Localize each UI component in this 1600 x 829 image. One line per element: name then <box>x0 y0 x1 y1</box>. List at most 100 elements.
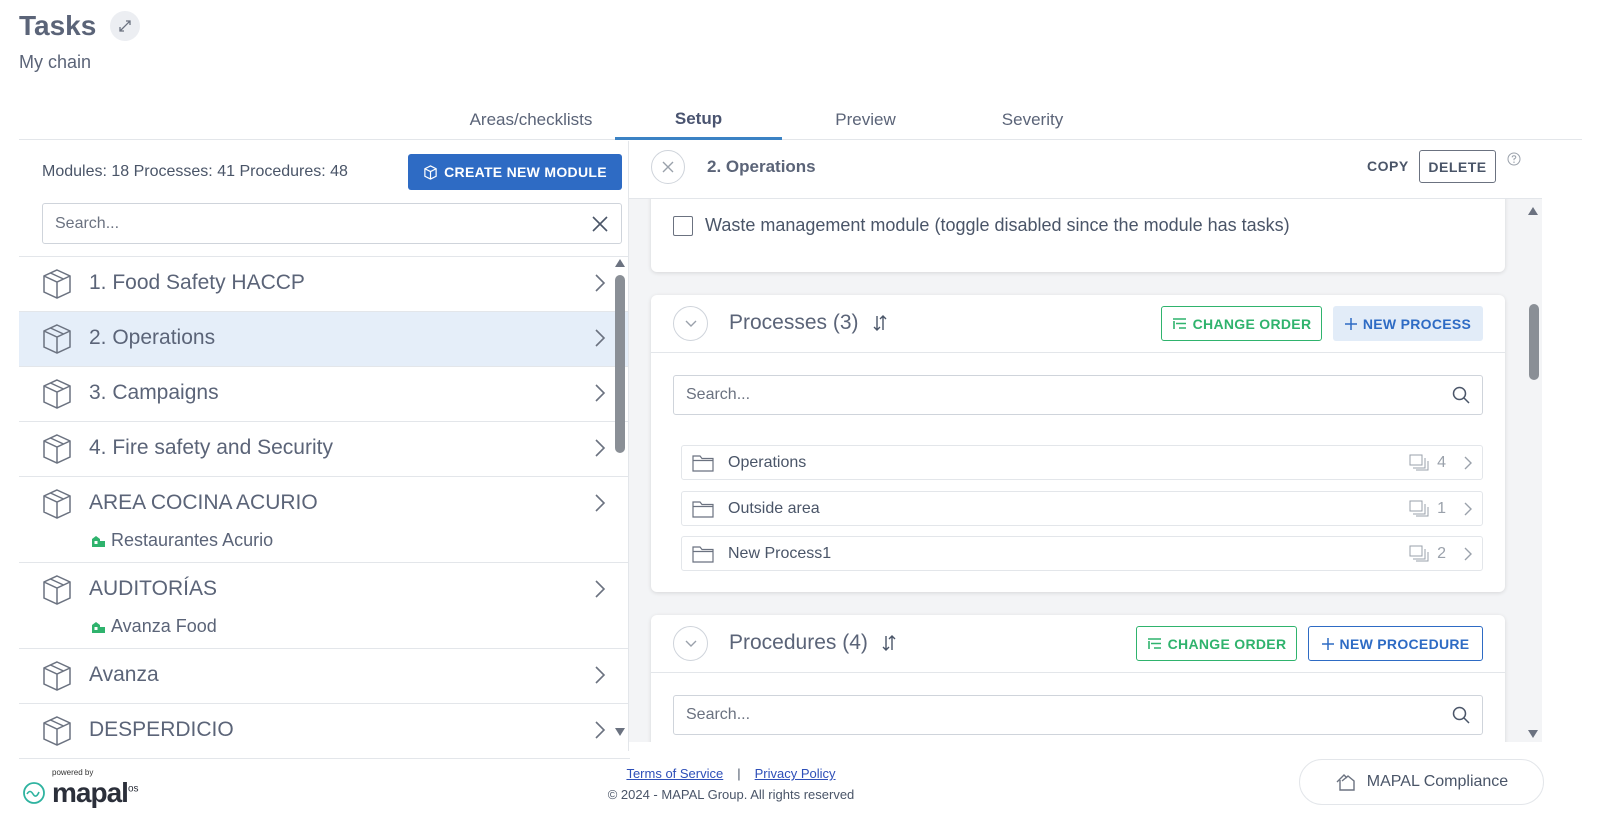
mapal-compliance-label: MAPAL Compliance <box>1366 773 1509 790</box>
scrollbar-thumb[interactable] <box>615 275 625 453</box>
search-icon[interactable] <box>1452 386 1470 404</box>
chevron-right-icon <box>595 439 606 457</box>
processes-search-input[interactable] <box>686 386 1452 404</box>
chevron-right-icon <box>595 494 606 512</box>
mapal-compliance-button[interactable]: MAPAL Compliance <box>1299 759 1544 805</box>
create-new-module-label: CREATE NEW MODULE <box>444 164 607 180</box>
cube-icon <box>43 661 71 691</box>
plus-icon <box>1344 317 1357 330</box>
procedures-change-order-button[interactable]: CHANGE ORDER <box>1136 626 1297 661</box>
waste-management-label: Waste management module (toggle disabled… <box>705 215 1290 235</box>
cube-icon <box>424 164 437 180</box>
process-row[interactable]: Operations 4 <box>681 445 1483 480</box>
copy-button[interactable]: COPY <box>1367 158 1409 174</box>
module-detail-title: 2. Operations <box>707 157 816 176</box>
footer-separator: | <box>737 766 741 781</box>
procedures-search <box>673 695 1483 735</box>
tab-preview[interactable]: Preview <box>782 100 949 140</box>
module-search-input[interactable] <box>55 214 591 233</box>
collapse-processes-button[interactable] <box>673 306 708 341</box>
scroll-down-icon[interactable] <box>1528 730 1538 738</box>
chevron-right-icon <box>1464 502 1472 515</box>
module-item-selected[interactable]: 2. Operations <box>19 312 630 367</box>
chevron-right-icon <box>595 666 606 684</box>
chevron-right-icon <box>595 721 606 739</box>
scrollbar-thumb[interactable] <box>1529 304 1539 380</box>
powered-by-label: powered by <box>52 768 94 777</box>
new-process-button[interactable]: NEW PROCESS <box>1333 306 1483 341</box>
module-detail-header: 2. Operations COPY DELETE <box>629 141 1542 199</box>
module-item[interactable]: AUDITORÍAS Avanza Food <box>19 563 630 649</box>
cube-icon <box>43 489 71 519</box>
module-org-name: Avanza Food <box>111 616 217 636</box>
expand-icon[interactable] <box>110 11 141 41</box>
module-name: DESPERDICIO <box>89 718 234 741</box>
cube-icon <box>43 575 71 605</box>
process-procedure-count: 2 <box>1437 544 1446 562</box>
process-row[interactable]: Outside area 1 <box>681 491 1483 526</box>
module-name: 3. Campaigns <box>89 381 219 404</box>
copyright: © 2024 - MAPAL Group. All rights reserve… <box>607 787 855 802</box>
collapse-procedures-button[interactable] <box>673 626 708 661</box>
folder-icon <box>692 545 714 563</box>
tab-severity[interactable]: Severity <box>949 100 1116 140</box>
scroll-up-icon[interactable] <box>615 259 625 267</box>
chevron-right-icon <box>1464 456 1472 469</box>
module-settings-card: Waste management module (toggle disabled… <box>651 199 1505 272</box>
cube-icon <box>43 434 71 464</box>
process-procedure-count: 4 <box>1437 453 1446 471</box>
procedures-search-input[interactable] <box>686 706 1452 724</box>
module-item[interactable]: 3. Campaigns <box>19 367 630 422</box>
terms-link[interactable]: Terms of Service <box>626 766 723 781</box>
module-org: Restaurantes Acurio <box>91 530 273 551</box>
tab-setup[interactable]: Setup <box>615 100 782 140</box>
tab-areas-checklists[interactable]: Areas/checklists <box>446 100 616 140</box>
process-row[interactable]: New Process1 2 <box>681 536 1483 571</box>
process-procedure-count: 1 <box>1437 499 1446 517</box>
new-procedure-button[interactable]: NEW PROCEDURE <box>1308 626 1483 661</box>
logo-text: mapal <box>52 777 129 808</box>
new-process-label: NEW PROCESS <box>1362 315 1472 332</box>
footer-links: Terms of Service | Privacy Policy © 2024 -… <box>600 766 862 802</box>
page-header: Tasks My chain <box>19 10 141 73</box>
waste-management-checkbox[interactable] <box>673 215 693 236</box>
procedures-icon <box>1409 500 1429 517</box>
module-list: 1. Food Safety HACCP 2. Operations 3. Ca… <box>19 256 630 759</box>
processes-change-order-button[interactable]: CHANGE ORDER <box>1161 306 1322 341</box>
delete-button[interactable]: DELETE <box>1419 150 1496 183</box>
module-item[interactable]: 4. Fire safety and Security <box>19 422 630 477</box>
chevron-right-icon <box>595 329 606 347</box>
chevron-right-icon <box>595 384 606 402</box>
module-item[interactable]: DESPERDICIO <box>19 704 630 759</box>
tab-bar: Areas/checklists Setup Preview Severity <box>19 100 1582 140</box>
close-button[interactable] <box>651 150 685 184</box>
privacy-link[interactable]: Privacy Policy <box>755 766 836 781</box>
sort-icon[interactable] <box>880 633 898 653</box>
reorder-icon <box>1172 318 1186 329</box>
close-icon <box>662 161 674 173</box>
module-name: Avanza <box>89 663 159 686</box>
module-item[interactable]: Avanza <box>19 649 630 704</box>
module-item[interactable]: 1. Food Safety HACCP <box>19 257 630 312</box>
scroll-down-icon[interactable] <box>615 728 625 736</box>
clear-icon[interactable] <box>591 215 609 233</box>
module-list-scrollbar[interactable] <box>612 255 628 738</box>
reorder-icon <box>1147 638 1161 649</box>
search-icon[interactable] <box>1452 706 1470 724</box>
module-name: 1. Food Safety HACCP <box>89 271 305 294</box>
sort-icon[interactable] <box>871 313 889 333</box>
help-icon[interactable] <box>1507 152 1521 166</box>
chevron-down-icon <box>685 320 696 327</box>
module-name: 2. Operations <box>89 326 216 349</box>
chevron-right-icon <box>1464 547 1472 560</box>
scroll-up-icon[interactable] <box>1528 207 1538 215</box>
module-item[interactable]: AREA COCINA ACURIO Restaurantes Acurio <box>19 477 630 563</box>
procedures-card: Procedures (4) CHANGE ORDER NEW PROCEDUR… <box>651 615 1505 742</box>
module-search <box>42 203 622 244</box>
detail-scrollbar[interactable] <box>1525 199 1542 742</box>
cube-icon <box>43 379 71 409</box>
module-name: AREA COCINA ACURIO <box>89 491 318 514</box>
plus-icon <box>1321 637 1334 650</box>
cube-icon <box>43 716 71 746</box>
create-new-module-button[interactable]: CREATE NEW MODULE <box>408 154 622 190</box>
